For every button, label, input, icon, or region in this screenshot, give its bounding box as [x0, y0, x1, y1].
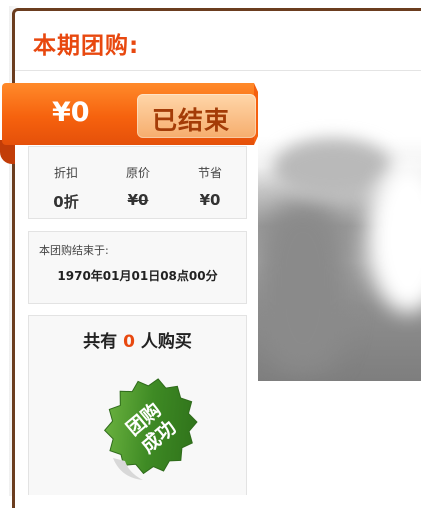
stat-value: ¥0 [199, 191, 221, 209]
success-badge: 团购 成功 [91, 373, 211, 488]
image-shape [258, 203, 348, 373]
stat-value: 0折 [53, 193, 79, 211]
deal-price: ¥0 [52, 97, 90, 128]
end-time-box: 本团购结束于: 1970年01月01日08点00分 [28, 231, 247, 304]
image-shape [273, 138, 393, 198]
stat-value: ¥0 [127, 191, 149, 209]
success-badge-icon: 团购 成功 [103, 378, 198, 480]
buyers-count: 0 [123, 332, 135, 352]
stat-label: 节省 [197, 166, 222, 180]
stat-discount: 折扣 0折 [31, 164, 101, 212]
buyers-count-line: 共有 0 人购买 [29, 327, 246, 352]
stat-savings: 节省 ¥0 [175, 164, 245, 209]
buyers-prefix: 共有 [83, 332, 118, 352]
buyers-suffix: 人购买 [140, 332, 192, 352]
buyers-box: 共有 0 人购买 团购 成功 [28, 315, 247, 495]
end-time-value: 1970年01月01日08点00分 [57, 269, 218, 283]
stat-label: 折扣 [53, 166, 78, 180]
divider [15, 70, 421, 71]
deal-stats: 折扣 0折 原价 ¥0 节省 ¥0 [28, 146, 247, 219]
page-title: 本期团购: [33, 33, 140, 59]
stat-original-price: 原价 ¥0 [103, 164, 173, 209]
stat-label: 原价 [125, 166, 150, 180]
status-label: 已结束 [152, 106, 231, 135]
product-image[interactable] [258, 83, 421, 381]
end-time-label: 本团购结束于: [39, 244, 109, 257]
